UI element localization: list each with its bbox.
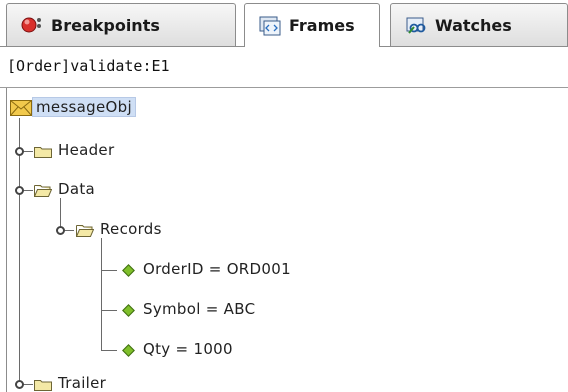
- frames-icon: [259, 15, 281, 37]
- tab-label: Watches: [435, 15, 512, 35]
- breakpoints-icon: [21, 14, 43, 36]
- tree-left-border: [6, 88, 7, 392]
- tree-connector: [101, 238, 102, 350]
- folder-closed-icon: [34, 147, 52, 158]
- tree-connector: [19, 118, 20, 384]
- tree-node-label: Header: [58, 141, 115, 159]
- tree-connector: [101, 270, 117, 271]
- tree-node-label: Symbol = ABC: [143, 300, 256, 318]
- expander-icon[interactable]: [15, 186, 24, 195]
- tree-node-label: Qty = 1000: [143, 340, 233, 358]
- folder-open-icon: [34, 185, 52, 197]
- current-frame-label: [Order]validate:E1: [7, 57, 170, 75]
- tab-label: Breakpoints: [51, 15, 160, 35]
- current-frame-bar: [Order]validate:E1: [0, 47, 568, 88]
- expander-icon[interactable]: [15, 380, 24, 389]
- tree-connector: [101, 350, 117, 351]
- tree-node-label: Records: [100, 220, 162, 238]
- expander-icon[interactable]: [56, 226, 65, 235]
- tab-watches[interactable]: Watches: [390, 3, 568, 46]
- tab-bar: Breakpoints Frames Watches: [0, 0, 568, 47]
- watches-icon: [405, 14, 427, 36]
- tab-label: Frames: [289, 16, 355, 35]
- envelope-icon: [10, 100, 32, 116]
- tree-node-label: Data: [58, 180, 96, 198]
- tree-node-label: OrderID = ORD001: [143, 260, 291, 278]
- expander-icon[interactable]: [15, 147, 24, 156]
- tree-node-label: Trailer: [58, 374, 107, 392]
- tree-connector: [101, 310, 117, 311]
- variable-tree: messageObj Header Data Records OrderID =…: [0, 88, 568, 392]
- tab-breakpoints[interactable]: Breakpoints: [6, 3, 236, 46]
- field-diamond-icon: [122, 344, 135, 357]
- field-diamond-icon: [122, 264, 135, 277]
- tree-node-label: messageObj: [32, 97, 136, 117]
- tab-frames[interactable]: Frames: [244, 3, 380, 47]
- field-diamond-icon: [122, 304, 135, 317]
- folder-open-icon: [76, 225, 94, 237]
- folder-closed-icon: [34, 380, 52, 391]
